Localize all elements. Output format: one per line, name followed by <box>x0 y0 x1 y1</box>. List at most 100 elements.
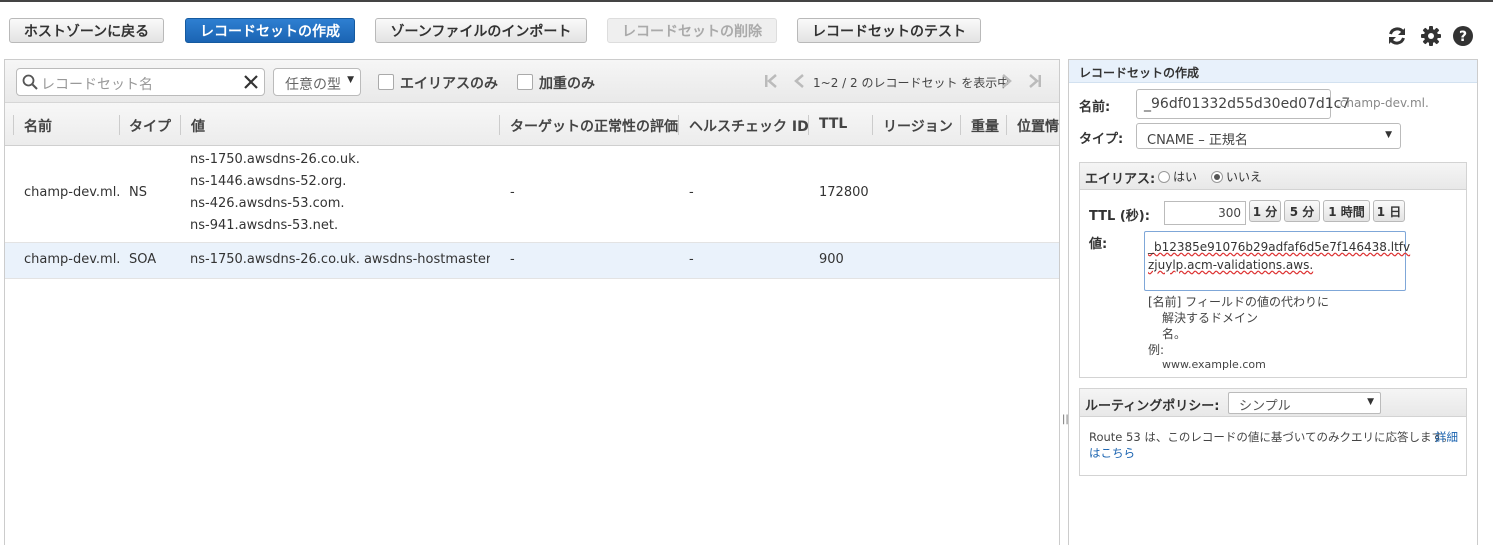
create-record-set-panel: レコードセットの作成 名前: _96df01332d55d30ed07d1c7 … <box>1068 59 1478 545</box>
pager-text: 1~2 / 2 のレコードセット を表示中 <box>813 76 1010 90</box>
alias-ttl-value-box: エイリアス: はい いいえ TTL (秒): 300 1 分 5 分 1 時間 … <box>1079 162 1467 378</box>
alias-label: エイリアス: <box>1085 172 1156 187</box>
record-ttl: 172800 <box>819 185 869 200</box>
record-value: ns-941.awsdns-53.net. <box>190 218 339 233</box>
ttl-field[interactable]: 300 <box>1164 201 1246 225</box>
record-name: champ-dev.ml. <box>24 252 121 267</box>
first-page-icon[interactable] <box>763 73 779 89</box>
panel-title: レコードセットの作成 <box>1069 60 1477 83</box>
ttl-field-value: 300 <box>1218 206 1241 220</box>
name-field[interactable]: _96df01332d55d30ed07d1c7 <box>1136 89 1350 119</box>
table-row[interactable]: champ-dev.ml. NS ns-1750.awsdns-26.co.uk… <box>5 146 1059 243</box>
chevron-down-icon: ▼ <box>347 75 354 85</box>
column-separator <box>872 115 873 135</box>
alias-yes-label: はい <box>1173 170 1198 184</box>
value-textarea[interactable]: _b12385e91076b29adfaf6d5e7f146438.ltfv z… <box>1144 231 1410 291</box>
value-hint-line-1: [名前] フィールドの値の代わりに <box>1148 295 1329 309</box>
record-health-eval: - <box>510 185 515 200</box>
search-input[interactable]: レコードセット名 <box>16 68 265 96</box>
column-separator <box>1006 115 1007 135</box>
alias-only-checkbox[interactable] <box>378 74 394 90</box>
column-separator <box>808 115 809 135</box>
search-icon <box>22 74 38 90</box>
value-line-1: _b12385e91076b29adfaf6d5e7f146438.ltfv <box>1148 240 1411 254</box>
record-sets-panel: レコードセット名 任意の型 ▼ エイリアスのみ 加重のみ 1~2 / 2 のレコ… <box>4 59 1060 545</box>
chevron-down-icon: ▼ <box>1367 397 1374 407</box>
ttl-5min-button[interactable]: 5 分 <box>1284 200 1320 222</box>
value-hint-example: www.example.com <box>1162 358 1266 371</box>
ttl-1day-button[interactable]: 1 日 <box>1373 200 1405 222</box>
import-zone-file-button[interactable]: ゾーンファイルのインポート <box>375 18 587 43</box>
column-header-region[interactable]: リージョン <box>883 116 953 136</box>
alias-no-label: いいえ <box>1226 170 1263 184</box>
record-health-eval: - <box>510 252 515 267</box>
column-header-ttl[interactable]: TTL <box>819 116 847 132</box>
routing-policy-value: シンプル <box>1239 399 1291 414</box>
record-type: SOA <box>129 252 157 267</box>
ttl-1hour-button[interactable]: 1 時間 <box>1323 200 1370 222</box>
record-name: champ-dev.ml. <box>24 185 121 200</box>
weighted-only-checkbox[interactable] <box>517 74 533 90</box>
type-filter-select[interactable]: 任意の型 ▼ <box>273 68 361 96</box>
refresh-icon[interactable] <box>1386 25 1408 47</box>
alias-yes-radio[interactable] <box>1158 171 1170 183</box>
column-header-health-id[interactable]: ヘルスチェック ID <box>689 116 809 136</box>
value-line-2: zjuylp.acm-validations.aws. <box>1148 258 1314 272</box>
table-header: 名前 タイプ 値 ターゲットの正常性の評価 ヘルスチェック ID TTL リージ… <box>5 103 1059 146</box>
record-value: ns-1446.awsdns-52.org. <box>190 174 347 189</box>
value-hint-example-label: 例: <box>1148 343 1165 357</box>
last-page-icon[interactable] <box>1027 73 1043 89</box>
gear-icon[interactable] <box>1420 25 1442 47</box>
record-value: ns-1750.awsdns-26.co.uk. <box>190 152 360 167</box>
learn-more-link-continued[interactable]: はこちら <box>1089 445 1135 461</box>
column-header-health-eval[interactable]: ターゲットの正常性の評価 <box>510 116 678 136</box>
column-separator <box>499 115 500 135</box>
column-header-value[interactable]: 値 <box>191 116 205 136</box>
column-header-name[interactable]: 名前 <box>24 116 52 136</box>
chevron-down-icon: ▼ <box>1385 130 1392 140</box>
search-placeholder: レコードセット名 <box>41 77 153 93</box>
name-label: 名前: <box>1079 100 1111 115</box>
routing-policy-row: ルーティングポリシー: シンプル ▼ <box>1080 389 1466 417</box>
record-value: ns-426.awsdns-53.com. <box>190 196 345 211</box>
type-select[interactable]: CNAME – 正規名 ▼ <box>1136 123 1401 149</box>
test-record-set-button[interactable]: レコードセットのテスト <box>797 18 981 43</box>
alias-only-label: エイリアスのみ <box>400 76 498 92</box>
help-icon[interactable]: ? <box>1452 25 1474 47</box>
value-label: 値: <box>1089 237 1108 252</box>
column-separator <box>678 115 679 135</box>
routing-policy-label: ルーティングポリシー: <box>1085 399 1220 414</box>
routing-policy-select[interactable]: シンプル ▼ <box>1228 392 1381 414</box>
alias-no-radio[interactable] <box>1211 171 1223 183</box>
column-separator <box>119 115 120 135</box>
name-field-value: _96df01332d55d30ed07d1c7 <box>1144 96 1351 112</box>
weighted-only-label: 加重のみ <box>539 76 595 92</box>
type-select-value: CNAME – 正規名 <box>1147 133 1248 148</box>
column-separator <box>960 115 961 135</box>
record-type: NS <box>129 185 147 200</box>
column-header-type[interactable]: タイプ <box>129 116 171 136</box>
learn-more-link[interactable]: 詳細 <box>1435 429 1458 445</box>
clear-icon[interactable] <box>244 75 258 89</box>
window-top-border <box>0 0 1493 2</box>
ttl-1min-button[interactable]: 1 分 <box>1249 200 1281 222</box>
create-record-set-button[interactable]: レコードセットの作成 <box>185 18 355 43</box>
delete-record-set-button[interactable]: レコードセットの削除 <box>607 18 777 43</box>
value-hint-line-2: 解決するドメイン <box>1162 311 1259 325</box>
type-filter-value: 任意の型 <box>285 77 341 93</box>
column-header-geolocation[interactable]: 位置情報 <box>1017 116 1059 136</box>
value-hint-line-3: 名。 <box>1162 327 1187 341</box>
name-suffix: .champ-dev.ml. <box>1336 96 1429 110</box>
next-page-icon[interactable] <box>1001 73 1013 89</box>
column-header-weight[interactable]: 重量 <box>971 116 999 136</box>
ttl-label: TTL (秒): <box>1089 209 1150 224</box>
record-health-id: - <box>689 252 694 267</box>
routing-policy-box: ルーティングポリシー: シンプル ▼ Route 53 は、このレコードの値に基… <box>1079 388 1467 476</box>
panel-title-text: レコードセットの作成 <box>1079 66 1200 80</box>
back-to-hosted-zones-button[interactable]: ホストゾーンに戻る <box>9 18 164 43</box>
svg-text:?: ? <box>1459 29 1467 45</box>
table-row[interactable]: champ-dev.ml. SOA ns-1750.awsdns-26.co.u… <box>5 243 1059 279</box>
previous-page-icon[interactable] <box>793 73 805 89</box>
filter-bar: レコードセット名 任意の型 ▼ エイリアスのみ 加重のみ 1~2 / 2 のレコ… <box>5 60 1059 103</box>
column-separator <box>13 115 14 135</box>
